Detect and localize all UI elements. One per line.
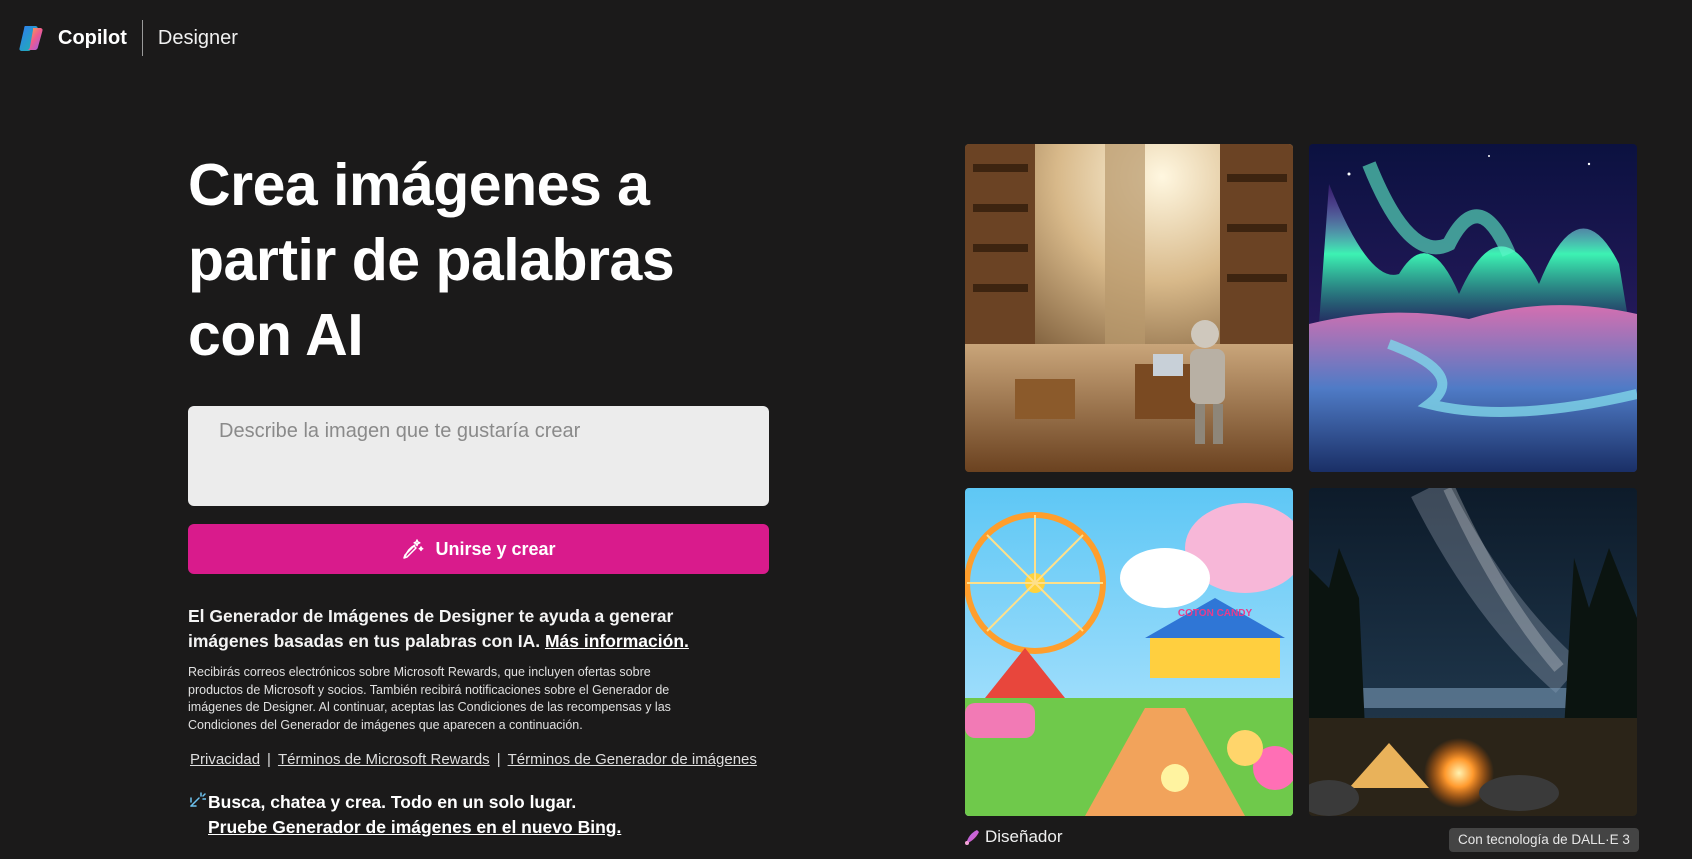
designer-brand[interactable]: Diseñador: [963, 827, 1063, 847]
sample-image-robot-library[interactable]: [965, 144, 1293, 472]
link-separator: |: [496, 751, 501, 768]
designer-icon: [965, 830, 979, 845]
join-and-create-button[interactable]: Unirse y crear: [188, 524, 769, 574]
bing-promo: Busca, chatea y crea. Todo en un solo lu…: [188, 790, 769, 840]
hero-section: Crea imágenes a partir de palabras con A…: [188, 148, 769, 840]
sparkle-icon: [190, 792, 206, 807]
page-title: Crea imágenes a partir de palabras con A…: [188, 152, 675, 368]
promo-text: Busca, chatea y crea. Todo en un solo lu…: [208, 792, 577, 812]
dalle-badge: Con tecnología de DALL·E 3: [1449, 828, 1639, 852]
join-and-create-label: Unirse y crear: [435, 538, 556, 559]
wand-sparkle-icon: [403, 539, 424, 559]
link-separator: |: [267, 751, 271, 768]
carnival-sign-text: COTON CANDY: [1178, 608, 1253, 619]
try-bing-link[interactable]: Pruebe Generador de imágenes en el nuevo…: [208, 815, 621, 840]
designer-label: Diseñador: [985, 827, 1063, 846]
privacy-link[interactable]: Privacidad: [190, 751, 260, 768]
legal-links: Privacidad | Términos de Microsoft Rewar…: [188, 751, 769, 768]
sample-image-carnival[interactable]: COTON CANDY: [965, 488, 1293, 816]
app-header: Copilot Designer: [16, 20, 238, 56]
product-name[interactable]: Designer: [158, 27, 238, 50]
sample-image-night-camp[interactable]: [1309, 488, 1637, 816]
copilot-logo-icon[interactable]: [16, 22, 48, 54]
description: El Generador de Imágenes de Designer te …: [188, 604, 748, 654]
sample-image-aurora[interactable]: [1309, 144, 1637, 472]
rewards-fine-print: Recibirás correos electrónicos sobre Mic…: [188, 665, 671, 732]
generator-terms-link[interactable]: Términos de Generador de imágenes: [508, 751, 757, 768]
learn-more-link[interactable]: Más información.: [545, 631, 689, 651]
rewards-terms-link[interactable]: Términos de Microsoft Rewards: [278, 751, 490, 768]
prompt-input[interactable]: [188, 406, 769, 506]
brand-name[interactable]: Copilot: [58, 27, 127, 50]
header-divider: [141, 20, 143, 56]
